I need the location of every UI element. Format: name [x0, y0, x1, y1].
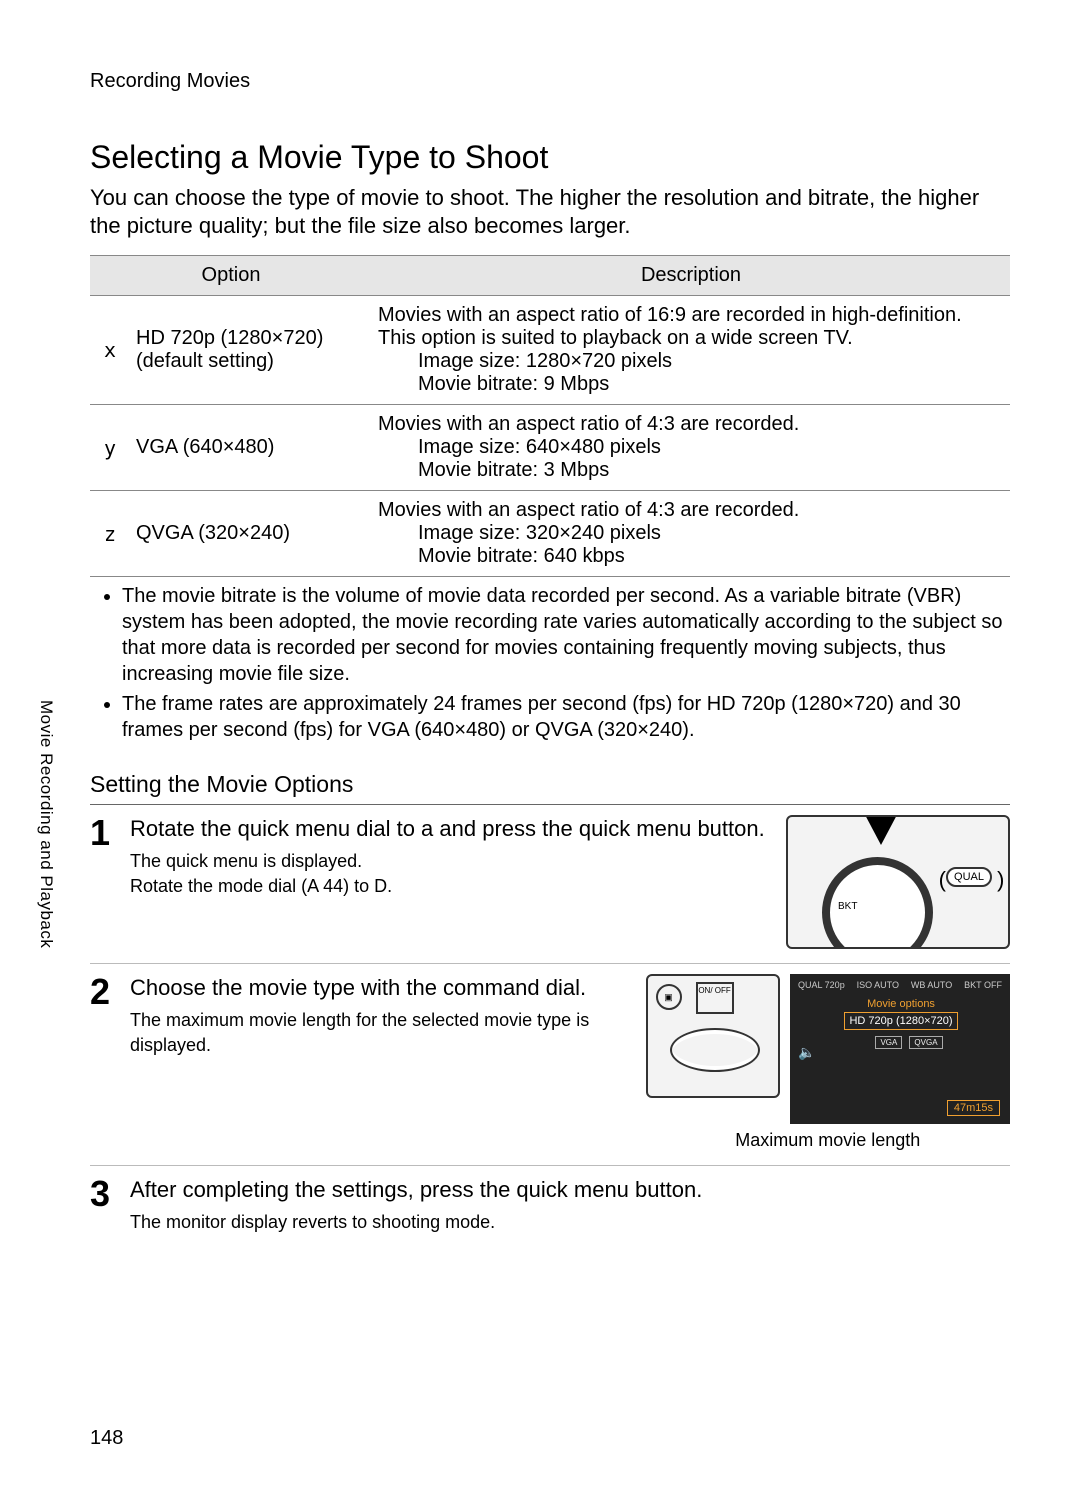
figure-caption: Maximum movie length: [646, 1130, 1010, 1151]
option-desc: Movies with an aspect ratio of 4:3 are r…: [372, 405, 1010, 491]
lcd-wb: WB AUTO: [911, 980, 952, 990]
brace-icon: (: [939, 867, 946, 893]
step-title: After completing the settings, press the…: [130, 1176, 1010, 1204]
camera-back-illustration: ▣ ON/ OFF: [646, 974, 780, 1098]
lcd-max-length: 47m15s: [947, 1100, 1000, 1116]
quick-menu-dial-illustration: BKT ( QUAL (: [786, 815, 1010, 949]
step-title: Choose the movie type with the command d…: [130, 974, 626, 1002]
list-item: The movie bitrate is the volume of movie…: [122, 583, 1010, 687]
option-name: VGA (640×480): [130, 405, 372, 491]
desc-size: Image size: 320×240 pixels: [378, 522, 1004, 545]
step-3: 3 After completing the settings, press t…: [90, 1166, 1010, 1249]
option-name: QVGA (320×240): [130, 491, 372, 577]
desc-rate: Movie bitrate: 640 kbps: [378, 545, 1004, 568]
onoff-button-icon: ON/ OFF: [696, 982, 734, 1014]
brace-icon: (: [997, 867, 1004, 893]
step-number: 1: [90, 815, 130, 949]
option-icon: x: [90, 296, 130, 405]
lcd-movie-options-label: Movie options: [798, 998, 1004, 1010]
desc-rate: Movie bitrate: 3 Mbps: [378, 459, 1004, 482]
step-sub: Rotate the mode dial (A 44) to D.: [130, 874, 766, 899]
page-number: 148: [90, 1427, 123, 1450]
lcd-screen-illustration: QUAL 720p ISO AUTO WB AUTO BKT OFF Movie…: [790, 974, 1010, 1124]
playback-icon: ▣: [656, 984, 682, 1010]
dial-wheel-icon: BKT: [822, 857, 933, 949]
desc-size: Image size: 640×480 pixels: [378, 436, 1004, 459]
step-title: Rotate the quick menu dial to a and pres…: [130, 815, 766, 843]
table-row: x HD 720p (1280×720) (default setting) M…: [90, 296, 1010, 405]
step-number: 2: [90, 974, 130, 1151]
lcd-qual: QUAL 720p: [798, 980, 845, 990]
option-desc: Movies with an aspect ratio of 16:9 are …: [372, 296, 1010, 405]
bkt-label: BKT: [838, 901, 857, 912]
lcd-chip-qvga: QVGA: [909, 1036, 942, 1049]
lcd-chip-vga: VGA: [875, 1036, 902, 1049]
option-desc: Movies with an aspect ratio of 4:3 are r…: [372, 491, 1010, 577]
desc-main: Movies with an aspect ratio of 4:3 are r…: [378, 499, 799, 521]
command-dial-icon: [670, 1028, 760, 1072]
option-icon: z: [90, 491, 130, 577]
desc-size: Image size: 1280×720 pixels: [378, 350, 1004, 373]
lcd-bkt: BKT OFF: [964, 980, 1002, 990]
option-icon: y: [90, 405, 130, 491]
breadcrumb: Recording Movies: [90, 70, 1010, 93]
step-number: 3: [90, 1176, 130, 1235]
section-tab: Movie Recording and Playback: [36, 700, 56, 948]
table-row: z QVGA (320×240) Movies with an aspect r…: [90, 491, 1010, 577]
desc-main: Movies with an aspect ratio of 16:9 are …: [378, 304, 962, 349]
lcd-iso: ISO AUTO: [857, 980, 899, 990]
movie-options-table: Option Description x HD 720p (1280×720) …: [90, 255, 1010, 577]
step-sub: The monitor display reverts to shooting …: [130, 1210, 1010, 1235]
arrow-down-icon: [863, 815, 899, 845]
lcd-selected-option: HD 720p (1280×720): [844, 1012, 957, 1030]
col-description: Description: [372, 256, 1010, 296]
step-sub: The maximum movie length for the selecte…: [130, 1008, 626, 1058]
intro-text: You can choose the type of movie to shoo…: [90, 184, 1010, 239]
option-name: HD 720p (1280×720) (default setting): [130, 296, 372, 405]
qual-label: QUAL: [946, 867, 992, 887]
list-item: The frame rates are approximately 24 fra…: [122, 691, 1010, 743]
table-row: y VGA (640×480) Movies with an aspect ra…: [90, 405, 1010, 491]
desc-rate: Movie bitrate: 9 Mbps: [378, 373, 1004, 396]
sub-heading: Setting the Movie Options: [90, 771, 1010, 798]
col-option: Option: [90, 256, 372, 296]
desc-main: Movies with an aspect ratio of 4:3 are r…: [378, 413, 799, 435]
speaker-icon: 🔈: [798, 1044, 815, 1061]
notes-list: The movie bitrate is the volume of movie…: [122, 583, 1010, 743]
page-title: Selecting a Movie Type to Shoot: [90, 139, 1010, 176]
step-sub: The quick menu is displayed.: [130, 849, 766, 874]
step-2: 2 Choose the movie type with the command…: [90, 964, 1010, 1166]
step-1: 1 Rotate the quick menu dial to a and pr…: [90, 805, 1010, 964]
